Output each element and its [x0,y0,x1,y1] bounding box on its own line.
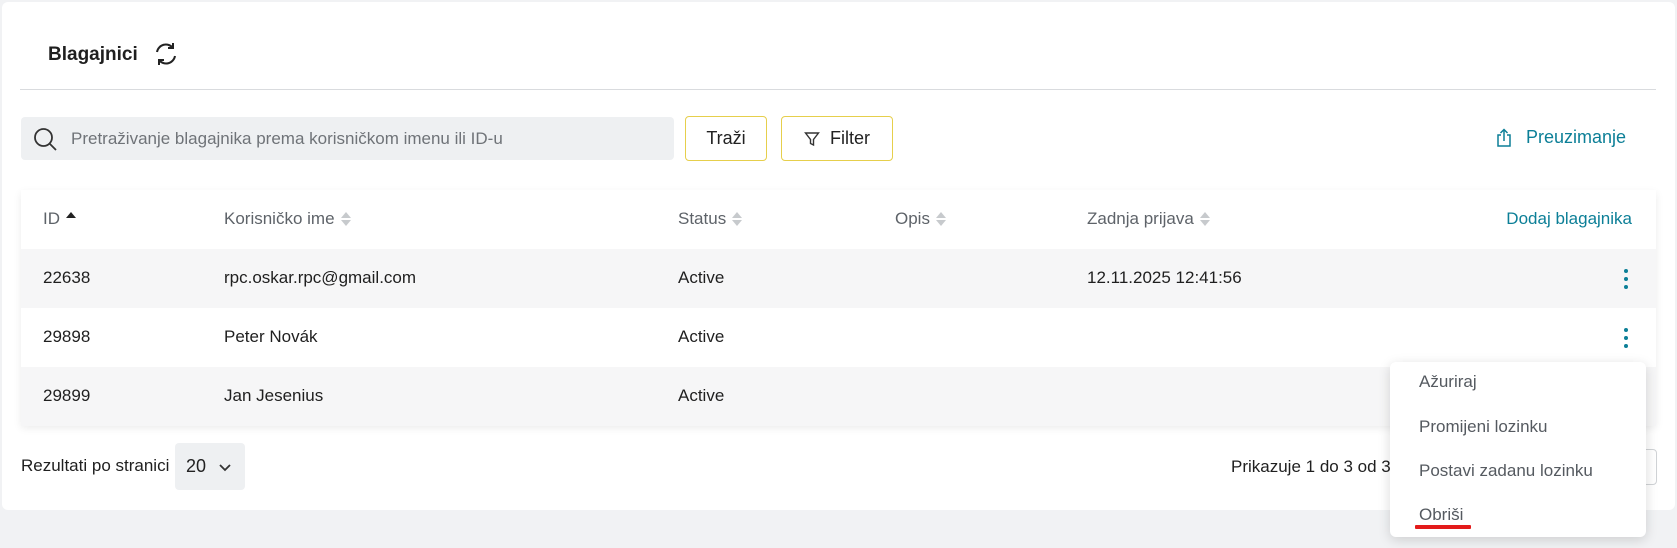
search-bar [21,117,674,160]
download-button[interactable]: Preuzimanje [1496,127,1626,148]
cell-last-login: 12.11.2025 12:41:56 [1087,268,1242,287]
search-button[interactable]: Traži [685,116,767,161]
search-icon [34,128,57,151]
cell-username: Jan Jesenius [224,386,324,405]
download-label: Preuzimanje [1526,127,1627,147]
page-header [20,20,1656,90]
cell-status: Active [678,386,725,405]
pagination-info: Prikazuje 1 do 3 od 3 [1231,457,1391,476]
chevron-down-icon [219,463,231,471]
add-cashier-link[interactable]: Dodaj blagajnika [1506,209,1632,229]
column-username[interactable]: Korisničko ime [224,209,351,229]
sort-icon [1199,212,1210,226]
column-id[interactable]: ID [43,209,76,229]
table-header: ID Korisničko ime Status Opis Zadnja pri… [21,190,1656,249]
per-page-label: Rezultati po stranici [21,456,170,475]
kebab-icon[interactable] [1620,325,1632,351]
table-row: 29898 Peter Novák Active [21,308,1656,367]
column-status[interactable]: Status [678,209,743,229]
page-title: Blagajnici [48,44,138,65]
cell-status: Active [678,268,725,287]
cell-id: 29899 [43,386,91,405]
filter-icon [804,131,820,146]
refresh-icon[interactable] [152,40,180,68]
cell-username: Peter Novák [224,327,318,346]
sort-icon [935,212,946,226]
column-description[interactable]: Opis [895,209,946,229]
menu-item-update[interactable]: Ažuriraj [1419,372,1477,392]
filter-button[interactable]: Filter [781,116,893,161]
menu-item-delete[interactable]: Obriši [1419,505,1463,525]
cell-id: 22638 [43,268,91,287]
cell-status: Active [678,327,725,346]
sort-icon [340,212,351,226]
per-page-value: 20 [186,456,207,476]
per-page-select[interactable]: 20 [175,443,245,490]
row-actions-menu: Ažuriraj Promijeni lozinku Postavi zadan… [1390,362,1646,537]
sort-icon [732,212,743,226]
cell-id: 29898 [43,327,91,346]
kebab-icon[interactable] [1620,266,1632,292]
search-input[interactable] [71,117,666,160]
cell-username: rpc.oskar.rpc@gmail.com [224,268,417,287]
filter-label: Filter [830,128,870,148]
table-row: 22638 rpc.oskar.rpc@gmail.com Active 12.… [21,249,1656,308]
menu-item-set-default-password[interactable]: Postavi zadanu lozinku [1419,461,1593,481]
sort-asc-icon [66,212,76,226]
column-last-login[interactable]: Zadnja prijava [1087,209,1210,229]
share-upload-icon [1497,127,1511,147]
menu-item-change-password[interactable]: Promijeni lozinku [1419,417,1548,437]
delete-highlight-underline [1415,525,1471,529]
